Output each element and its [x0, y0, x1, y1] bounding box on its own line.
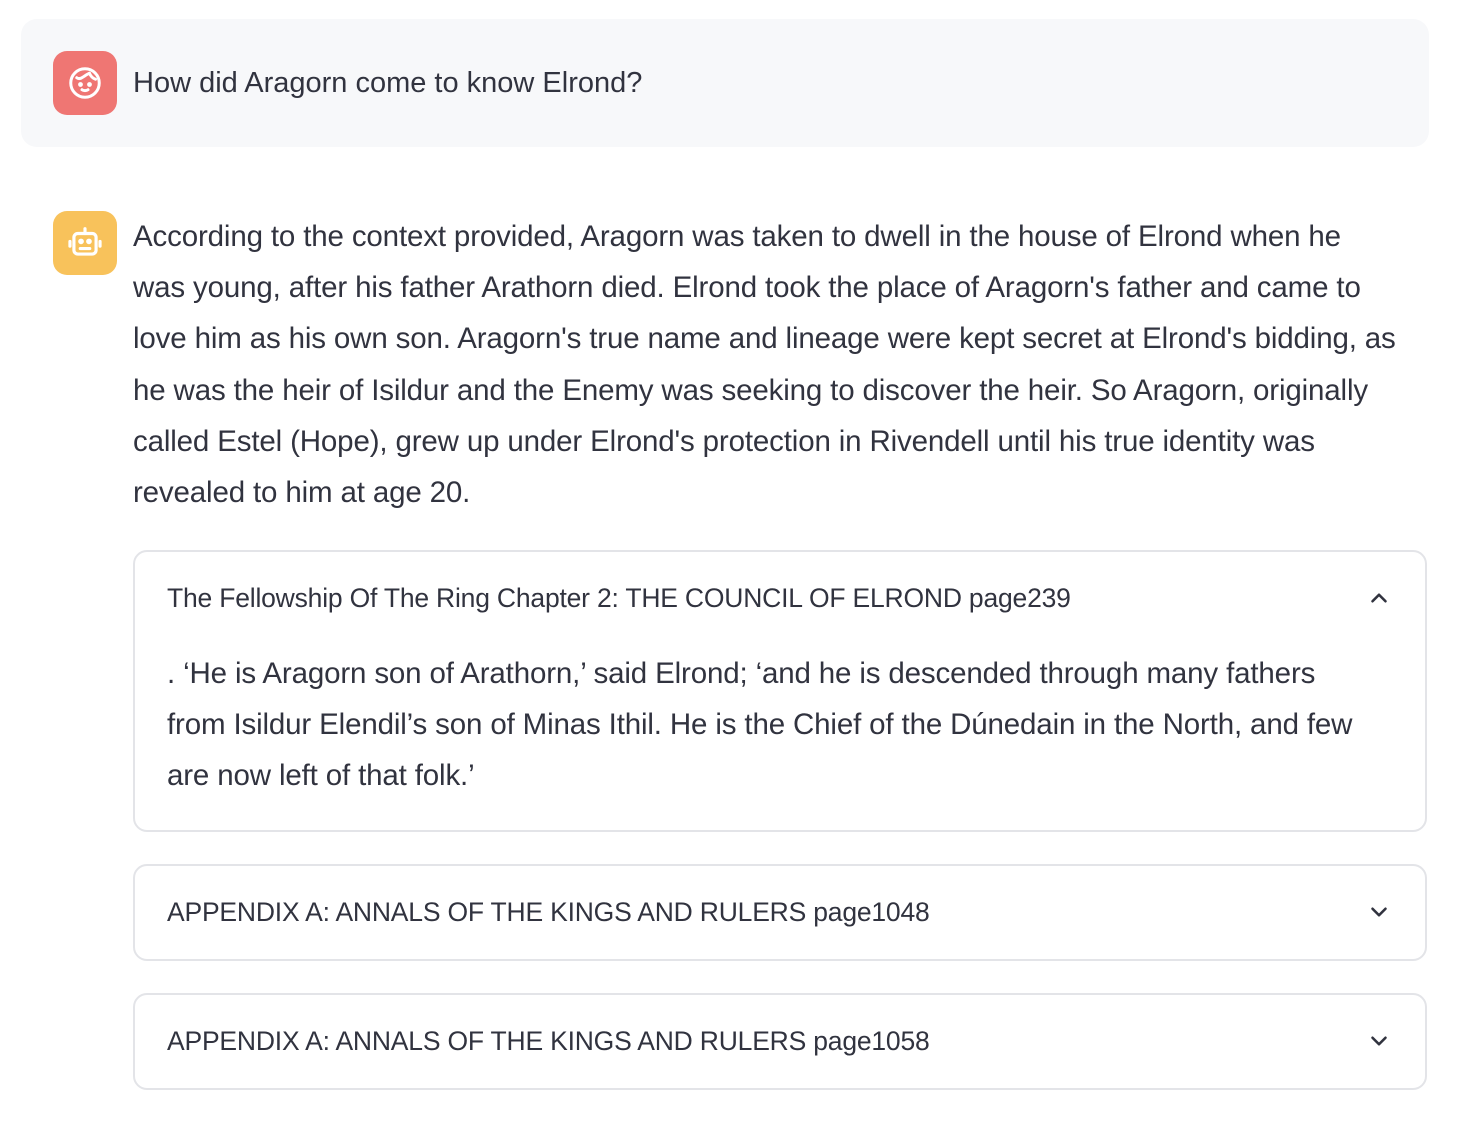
source-expander-header[interactable]: APPENDIX A: ANNALS OF THE KINGS AND RULE… — [167, 866, 1393, 958]
assistant-line: called Estel (Hope), grew up under Elron… — [133, 424, 1315, 458]
source-content: . ‘He is Aragorn son of Arathorn,’ said … — [167, 648, 1352, 802]
assistant-line: According to the context provided, Arago… — [133, 220, 1341, 253]
source-expander-header[interactable]: The Fellowship Of The Ring Chapter 2: TH… — [167, 552, 1393, 644]
source-content-line: . ‘He is Aragorn son of Arathorn,’ said … — [167, 657, 1316, 690]
source-title: The Fellowship Of The Ring Chapter 2: TH… — [167, 582, 1071, 613]
chevron-down-icon[interactable] — [1365, 898, 1393, 926]
source-content-line: from Isildur Elendil’s son of Minas Ithi… — [167, 708, 1353, 742]
user-face-icon — [69, 67, 101, 99]
assistant-line: love him as his own son. Aragorn's true … — [133, 322, 1396, 356]
source-expander-1: The Fellowship Of The Ring Chapter 2: TH… — [133, 550, 1427, 832]
assistant-line: was young, after his father Arathorn die… — [133, 271, 1361, 305]
source-content-line: are now left of that folk.’ — [167, 759, 475, 793]
assistant-message-text: According to the context provided, Arago… — [133, 211, 1433, 518]
assistant-line: revealed to him at age 20. — [133, 476, 471, 510]
assistant-line: he was the heir of Isildur and the Enemy… — [133, 373, 1368, 407]
chevron-up-icon[interactable] — [1365, 584, 1393, 612]
user-message-text: How did Aragorn come to know Elrond? — [133, 67, 643, 99]
source-expander-3: APPENDIX A: ANNALS OF THE KINGS AND RULE… — [133, 993, 1427, 1090]
user-message: How did Aragorn come to know Elrond? — [21, 19, 1429, 147]
source-title: APPENDIX A: ANNALS OF THE KINGS AND RULE… — [167, 896, 930, 927]
robot-icon — [68, 227, 102, 256]
source-title: APPENDIX A: ANNALS OF THE KINGS AND RULE… — [167, 1025, 930, 1056]
user-avatar — [53, 51, 117, 115]
source-expander-header[interactable]: APPENDIX A: ANNALS OF THE KINGS AND RULE… — [167, 995, 1393, 1087]
source-expander-2: APPENDIX A: ANNALS OF THE KINGS AND RULE… — [133, 864, 1427, 961]
chevron-down-icon[interactable] — [1365, 1027, 1393, 1055]
assistant-avatar — [53, 211, 117, 275]
